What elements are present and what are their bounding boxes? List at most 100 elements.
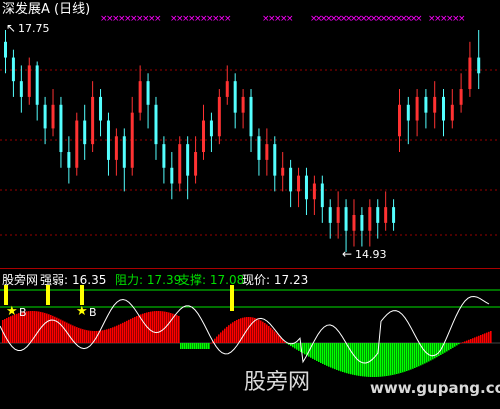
histogram-bar [336, 343, 338, 370]
histogram-bar [114, 326, 116, 343]
histogram-bar [482, 334, 484, 343]
candle-body [320, 183, 324, 208]
histogram-bar [132, 317, 134, 343]
histogram-bar [128, 319, 130, 343]
histogram-bar [50, 315, 52, 343]
signal-x-marker: × [286, 14, 294, 24]
max-arrow-icon: ↖ [6, 21, 17, 35]
signal-bar [46, 285, 50, 305]
stock-chart-window: × × × × × × × × × × × × × × × × × × × × × × × × × × × × × × × × × × × × × × × ×… [0, 0, 500, 409]
histogram-bar [338, 343, 340, 371]
histogram-bar [224, 328, 226, 343]
candle-body [304, 175, 308, 200]
price-label: 现价: 17.23 [242, 273, 309, 287]
histogram-bar [144, 313, 146, 343]
histogram-bar [274, 331, 276, 343]
max-price-label: 17.75 [18, 22, 50, 35]
candle-body [459, 89, 463, 105]
histogram-bar [446, 343, 448, 352]
histogram-bar [62, 320, 64, 343]
candle-body [312, 183, 316, 200]
histogram-bar [12, 315, 14, 343]
histogram-bar [322, 343, 324, 364]
candle-body [344, 207, 348, 231]
candle-body [170, 167, 174, 184]
histogram-bar [276, 333, 278, 343]
histogram-bar [392, 343, 394, 375]
histogram-bar [34, 311, 36, 343]
buy-star-icon: ★ [6, 304, 18, 319]
histogram-bar [48, 314, 50, 343]
histogram-bar [84, 329, 86, 343]
candlestick-chart[interactable]: ×××××××××× ×××××××××× ××××× ×××××××××××××××… [0, 0, 500, 268]
histogram-bar [262, 321, 264, 343]
histogram-bar [448, 343, 450, 351]
watermark-logo: 股旁网 [244, 370, 311, 395]
histogram-bar [68, 323, 70, 343]
candle-body [67, 152, 71, 168]
candle-body [122, 136, 126, 168]
site-label: 股旁网 [2, 273, 39, 287]
histogram-bar [156, 311, 158, 343]
candle-body [225, 81, 229, 97]
candle-body [209, 120, 213, 137]
stock-title: 深发展A [2, 2, 50, 17]
candle-body [336, 207, 340, 223]
histogram-bar [460, 343, 462, 344]
histogram-bar [234, 321, 236, 343]
histogram-bar [316, 343, 318, 361]
candle-body [352, 215, 356, 231]
histogram-bar [86, 330, 88, 343]
histogram-bar [198, 343, 200, 349]
histogram-bar [334, 343, 336, 370]
candle-body [11, 57, 15, 82]
histogram-bar [318, 343, 320, 362]
histogram-bar [174, 314, 176, 343]
candle-body [398, 104, 401, 137]
candle-body [442, 96, 445, 121]
histogram-bar [252, 317, 254, 343]
strength-label: 强弱: [40, 273, 69, 287]
histogram-bar [102, 330, 104, 343]
min-arrow-icon: ← [342, 247, 353, 261]
histogram-bar [462, 342, 464, 343]
histogram-bar [176, 315, 178, 343]
histogram-bar [8, 317, 10, 343]
histogram-bar [170, 313, 172, 343]
candle-body [217, 96, 221, 137]
histogram-bar [384, 343, 386, 377]
histogram-bar [294, 343, 296, 349]
histogram-bar [126, 320, 128, 343]
histogram-bar [74, 326, 76, 343]
histogram-bar [326, 343, 328, 366]
histogram-bar [272, 329, 274, 343]
histogram-bar [110, 328, 112, 343]
histogram-bar [416, 343, 418, 368]
histogram-bar [208, 343, 210, 349]
histogram-bar [118, 324, 120, 343]
histogram-bar [260, 320, 262, 343]
histogram-bar [444, 343, 446, 353]
histogram-bar [368, 343, 370, 377]
histogram-bar [302, 343, 304, 354]
histogram-bar [380, 343, 382, 377]
candle-body [59, 104, 63, 153]
histogram-bar [386, 343, 388, 377]
histogram-bar [358, 343, 360, 376]
candle-body [424, 96, 428, 113]
histogram-bar [100, 330, 102, 343]
candle-body [368, 207, 372, 231]
candle-body [178, 144, 182, 184]
histogram-bar [268, 326, 270, 343]
candle-body [83, 120, 87, 145]
candle-body [51, 104, 55, 129]
histogram-bar [342, 343, 344, 373]
period-label: (日线) [54, 2, 91, 17]
signal-x-marker: × [458, 14, 466, 24]
histogram-bar [404, 343, 406, 372]
histogram-bar [136, 316, 138, 343]
histogram-bar [124, 321, 126, 343]
signal-x-marker: × [415, 14, 423, 24]
candle-body [406, 104, 410, 121]
histogram-bar [204, 343, 206, 349]
